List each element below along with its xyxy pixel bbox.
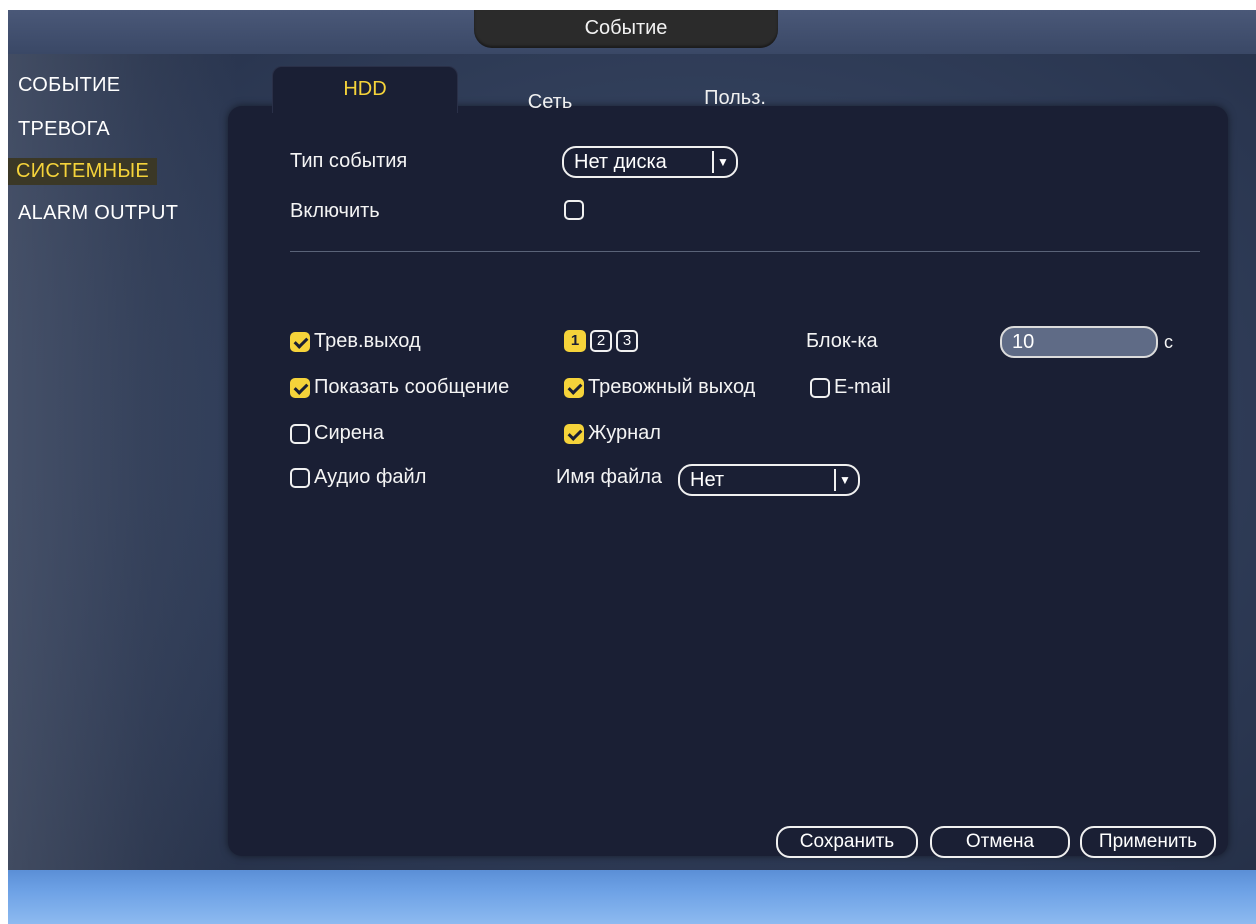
alarm-channel-1[interactable]: 1 (564, 330, 586, 352)
latch-value: 10 (1012, 331, 1035, 353)
save-button[interactable]: Сохранить (776, 826, 918, 858)
log-label: Журнал (588, 422, 661, 444)
alarm-output-label: Тревожный выход (588, 376, 756, 398)
siren-label: Сирена (314, 422, 385, 444)
latch-label: Блок-ка (806, 330, 878, 352)
event-type-value: Нет диска (574, 151, 667, 173)
filename-value: Нет (690, 469, 725, 491)
log-checkbox[interactable] (564, 424, 584, 444)
enable-label: Включить (290, 200, 380, 222)
sidebar-item-alarm-output[interactable]: ALARM OUTPUT (18, 202, 178, 225)
event-type-label: Тип события (290, 150, 408, 172)
enable-checkbox[interactable] (564, 200, 584, 220)
bottom-bar (8, 870, 1256, 924)
show-message-checkbox[interactable] (290, 378, 310, 398)
email-checkbox[interactable] (810, 378, 830, 398)
filename-select[interactable]: Нет ▼ (678, 464, 860, 496)
sidebar-item-event[interactable]: СОБЫТИЕ (18, 74, 120, 97)
apply-button[interactable]: Применить (1080, 826, 1216, 858)
cancel-button[interactable]: Отмена (930, 826, 1070, 858)
alarm-out-label: Трев.выход (314, 330, 421, 352)
tab-hdd[interactable]: HDD (272, 66, 458, 113)
email-label: E-mail (834, 376, 891, 398)
latch-input[interactable]: 10 (1000, 326, 1158, 358)
event-type-select[interactable]: Нет диска ▼ (562, 146, 738, 178)
audio-file-label: Аудио файл (314, 466, 427, 488)
latch-unit: с (1164, 332, 1173, 352)
chevron-down-icon: ▼ (712, 151, 732, 173)
chevron-down-icon: ▼ (834, 469, 854, 491)
filename-label: Имя файла (556, 466, 663, 488)
siren-checkbox[interactable] (290, 424, 310, 444)
alarm-output-checkbox[interactable] (564, 378, 584, 398)
audio-file-checkbox[interactable] (290, 468, 310, 488)
tab-user[interactable]: Польз. (680, 80, 790, 116)
window-title: Событие (474, 10, 778, 48)
show-message-label: Показать сообщение (314, 376, 510, 398)
tab-network[interactable]: Сеть (500, 84, 600, 120)
sidebar-item-alarm[interactable]: ТРЕВОГА (18, 118, 110, 141)
alarm-out-checkbox[interactable] (290, 332, 310, 352)
sidebar-item-system[interactable]: СИСТЕМНЫЕ (8, 158, 158, 185)
divider (290, 251, 1200, 252)
alarm-channel-3[interactable]: 3 (616, 330, 638, 352)
alarm-channel-2[interactable]: 2 (590, 330, 612, 352)
